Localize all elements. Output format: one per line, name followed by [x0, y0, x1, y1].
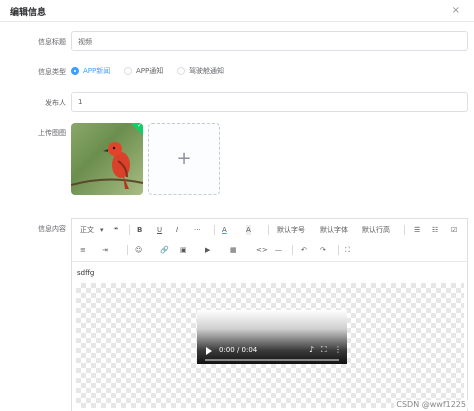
editor-text[interactable]: sdffg	[77, 269, 94, 277]
credit-text: CSDN @wwf1225	[394, 400, 468, 409]
image-icon[interactable]: ▣	[180, 245, 187, 255]
fullscreen-icon[interactable]: ⛶	[345, 245, 350, 255]
quote-icon[interactable]: ❝	[114, 225, 118, 235]
content-label: 信息内容	[38, 225, 66, 233]
fullscreen-icon[interactable]: ⛶	[321, 345, 327, 355]
font-family-select[interactable]: 默认字体	[320, 225, 348, 235]
radio-label: APP新闻	[83, 67, 111, 75]
code-icon[interactable]: <>	[256, 245, 268, 255]
underline-icon[interactable]: U	[157, 225, 162, 235]
type-label: 信息类型	[38, 68, 66, 76]
radio-label: APP通知	[136, 67, 164, 75]
divider-icon[interactable]: —	[275, 245, 282, 255]
radio-label: 驾驶舱通知	[189, 67, 224, 75]
progress-bar[interactable]	[205, 359, 339, 361]
font-size-select[interactable]: 默认字号	[277, 225, 305, 235]
emoji-icon[interactable]: ☺	[135, 245, 142, 255]
editor-toolbar: 正文 ▾ ❝ B U I ··· A A 默认字号 默认字体 默认行高 ☰ ☷ …	[72, 219, 467, 262]
divider	[404, 225, 405, 235]
font-color-icon[interactable]: A	[222, 225, 227, 235]
video-container: 0:00 / 0:04 ♪ ⛶ ⋮	[76, 283, 464, 408]
divider	[268, 225, 269, 235]
bold-icon[interactable]: B	[137, 225, 142, 235]
bird-image	[71, 142, 143, 189]
publisher-input[interactable]: 1	[71, 92, 468, 112]
chevron-down-icon[interactable]: ▾	[100, 225, 104, 235]
title-label: 信息标题	[38, 38, 66, 46]
more-icon[interactable]: ···	[194, 225, 201, 235]
dialog-title: 编辑信息	[10, 8, 47, 18]
uploaded-image[interactable]: ✓	[71, 123, 143, 195]
italic-icon[interactable]: I	[176, 225, 178, 235]
check-icon: ✓	[136, 123, 142, 129]
numbered-list-icon[interactable]: ☷	[432, 225, 438, 235]
background-color-icon[interactable]: A	[246, 225, 251, 235]
undo-icon[interactable]: ↶	[301, 245, 307, 255]
divider	[214, 225, 215, 235]
radio-dot	[124, 67, 132, 75]
video-player[interactable]: 0:00 / 0:04 ♪ ⛶ ⋮	[197, 310, 347, 364]
divider	[338, 245, 339, 255]
volume-icon[interactable]: ♪	[309, 345, 314, 354]
todo-icon[interactable]: ☑	[451, 225, 457, 235]
table-icon[interactable]: ▦	[230, 245, 237, 255]
publisher-label: 发布人	[45, 99, 66, 107]
bulleted-list-icon[interactable]: ☰	[414, 225, 420, 235]
align-icon[interactable]: ≡	[80, 245, 86, 255]
radio-cockpit-notice[interactable]: 驾驶舱通知	[177, 66, 224, 76]
divider	[129, 225, 130, 235]
more-options-icon[interactable]: ⋮	[334, 345, 342, 354]
paragraph-select[interactable]: 正文	[80, 225, 94, 235]
radio-dot	[71, 67, 79, 75]
divider	[292, 245, 293, 255]
title-input[interactable]: 视频	[71, 31, 468, 51]
video-time: 0:00 / 0:04	[219, 346, 258, 354]
redo-icon[interactable]: ↷	[320, 245, 326, 255]
close-icon[interactable]: ×	[452, 5, 460, 16]
dialog-header: 编辑信息 ×	[0, 0, 474, 22]
divider	[127, 245, 128, 255]
link-icon[interactable]: 🔗	[160, 245, 169, 255]
radio-app-news[interactable]: APP新闻	[71, 66, 110, 76]
image-label: 上传图图	[38, 129, 66, 137]
play-icon[interactable]	[206, 347, 212, 355]
radio-app-notice[interactable]: APP通知	[124, 66, 163, 76]
video-controls: 0:00 / 0:04 ♪ ⛶ ⋮	[197, 342, 347, 364]
line-height-select[interactable]: 默认行高	[362, 225, 390, 235]
indent-icon[interactable]: ⇥	[102, 245, 108, 255]
rich-text-editor[interactable]: 正文 ▾ ❝ B U I ··· A A 默认字号 默认字体 默认行高 ☰ ☷ …	[71, 218, 468, 411]
radio-dot	[177, 67, 185, 75]
upload-button[interactable]: +	[148, 123, 220, 195]
plus-icon: +	[176, 148, 192, 169]
video-icon[interactable]: ▶	[205, 245, 210, 255]
